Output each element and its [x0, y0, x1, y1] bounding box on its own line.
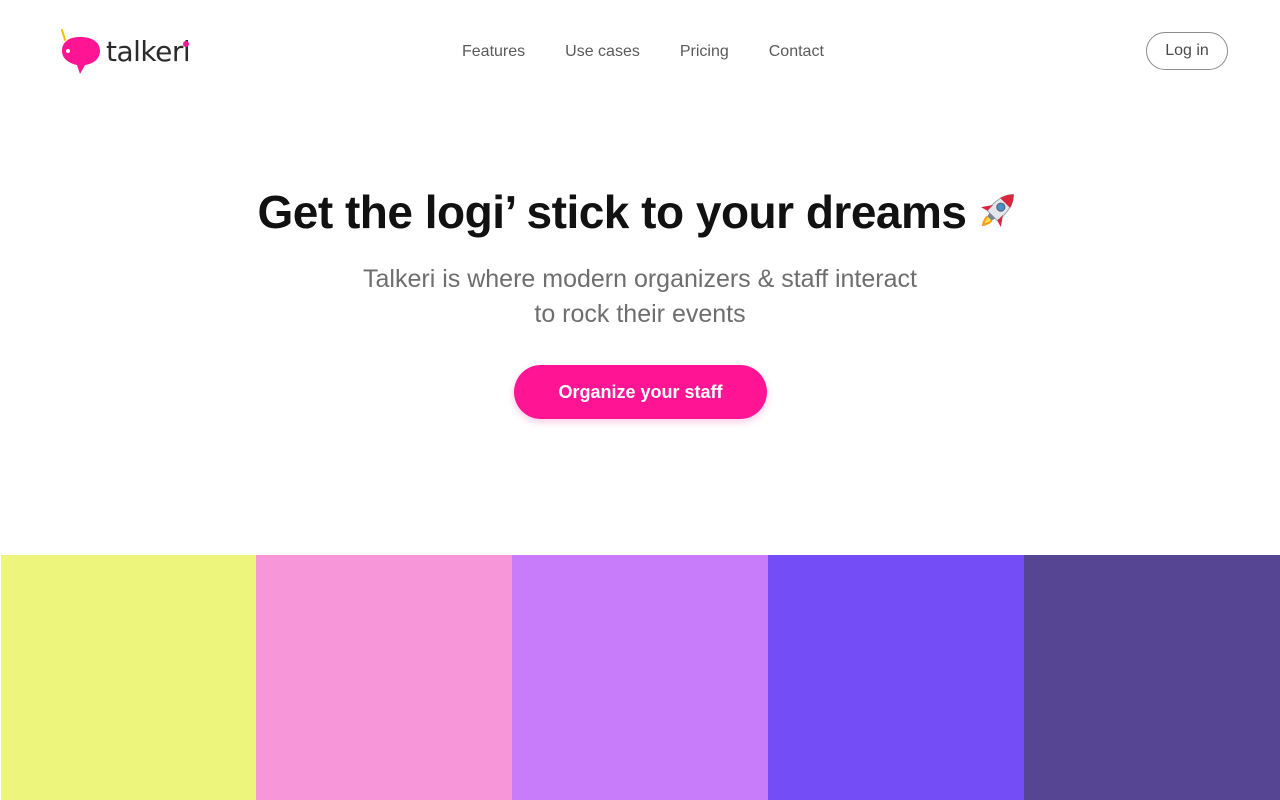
rocket-icon [981, 193, 1015, 227]
speech-bubble-bird-icon [61, 29, 100, 74]
landing-page: talkeri Features Use cases Pricing Conta… [0, 0, 1280, 800]
login-button[interactable]: Log in [1146, 32, 1228, 70]
hero-subtitle: Talkeri is where modern organizers & sta… [0, 262, 1280, 332]
color-swatch-lilac [512, 555, 768, 800]
nav-contact[interactable]: Contact [749, 40, 844, 64]
brand-name: talkeri [106, 34, 191, 68]
nav-use-cases[interactable]: Use cases [545, 40, 660, 64]
main-nav: Features Use cases Pricing Contact [442, 40, 844, 64]
color-swatch-violet [768, 555, 1024, 800]
color-palette-banner [0, 555, 1280, 800]
color-swatch-pink [256, 555, 512, 800]
nav-pricing[interactable]: Pricing [660, 40, 749, 64]
color-swatch-yellow [0, 555, 256, 800]
site-header: talkeri Features Use cases Pricing Conta… [0, 0, 1280, 104]
hero-subtitle-line-2: to rock their events [534, 300, 746, 328]
nav-features[interactable]: Features [442, 40, 545, 64]
hero-subtitle-line-1: Talkeri is where modern organizers & sta… [363, 265, 917, 293]
organize-staff-button[interactable]: Organize your staff [514, 365, 767, 419]
hero-title-text: Get the logi’ stick to your dreams [257, 186, 967, 238]
hero-title: Get the logi’ stick to your dreams [0, 180, 1280, 244]
color-swatch-indigo [1024, 555, 1280, 800]
brand-dot [183, 40, 190, 47]
brand-logo[interactable]: talkeri [58, 28, 191, 76]
